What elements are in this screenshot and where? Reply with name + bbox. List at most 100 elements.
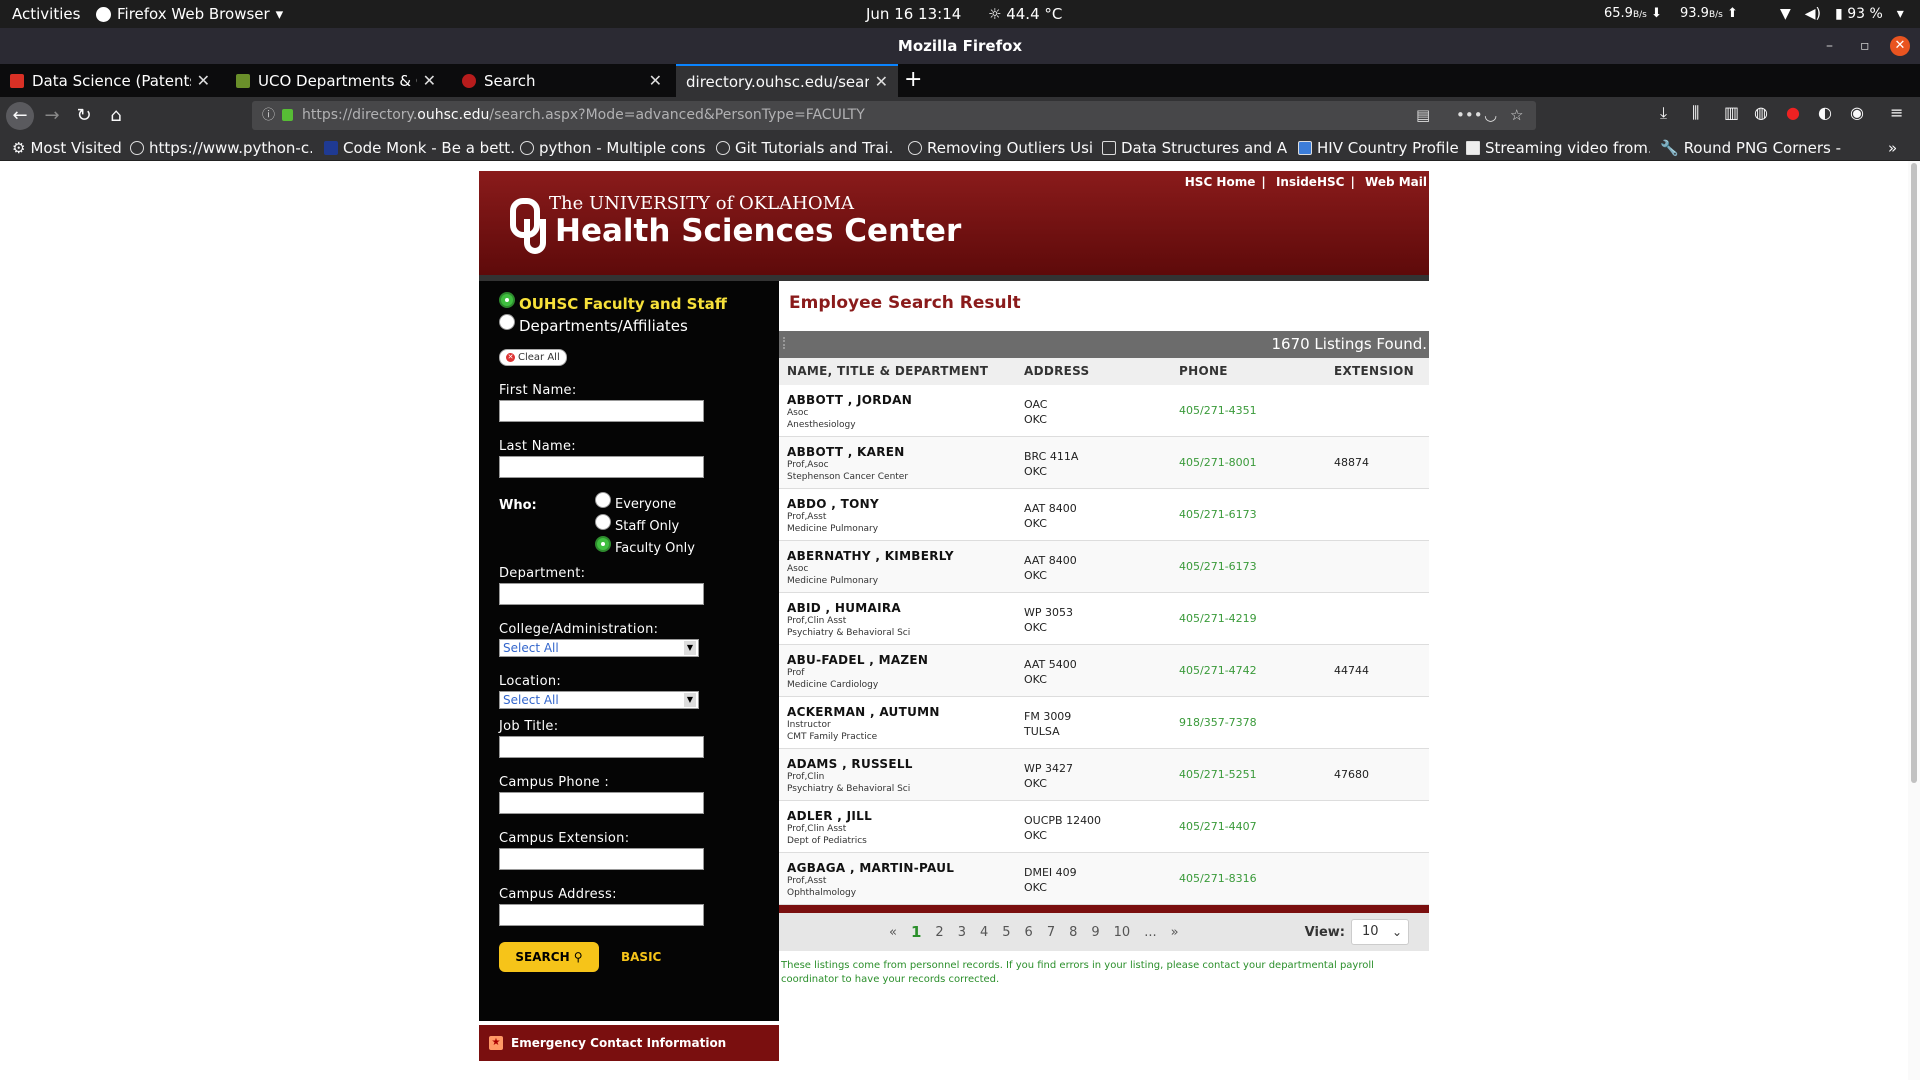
- reader-view-icon[interactable]: ▤: [1416, 101, 1430, 130]
- person-name[interactable]: ABERNATHY , KIMBERLY: [787, 549, 1024, 563]
- url-bar[interactable]: ⓘ https://directory.ouhsc.edu/search.asp…: [252, 101, 1536, 130]
- system-tray[interactable]: ▼ ◀) ▮ 93 % ▾: [1780, 0, 1904, 28]
- person-name[interactable]: ABID , HUMAIRA: [787, 601, 1024, 615]
- close-tab-icon[interactable]: ✕: [423, 71, 436, 90]
- close-tab-icon[interactable]: ✕: [197, 71, 210, 90]
- tab-data-science[interactable]: Data Science (Patents) I ✕: [0, 64, 220, 97]
- downloads-icon[interactable]: ⤓: [1660, 103, 1667, 123]
- hamburger-menu-icon[interactable]: ≡: [1890, 103, 1903, 122]
- close-window-button[interactable]: ✕: [1890, 36, 1910, 56]
- bookmarks-overflow-icon[interactable]: »: [1888, 135, 1897, 161]
- library-icon[interactable]: ⫼: [1692, 103, 1699, 123]
- ou-logo-icon[interactable]: [509, 197, 549, 255]
- first-page-button[interactable]: «: [889, 925, 897, 940]
- person-name[interactable]: ABDO , TONY: [787, 497, 1024, 511]
- phone-link[interactable]: 405/271-4742: [1179, 645, 1334, 696]
- bookmark-git-tutorials[interactable]: Git Tutorials and Trai...: [716, 135, 894, 161]
- phone-link[interactable]: 405/271-4219: [1179, 593, 1334, 644]
- last-name-input[interactable]: [499, 456, 704, 478]
- new-tab-button[interactable]: +: [904, 68, 922, 92]
- close-tab-icon[interactable]: ✕: [875, 72, 888, 91]
- person-name[interactable]: ACKERMAN , AUTUMN: [787, 705, 1024, 719]
- info-icon[interactable]: ⓘ: [262, 101, 275, 130]
- home-button[interactable]: ⌂: [102, 102, 130, 130]
- phone-link[interactable]: 405/271-8001: [1179, 437, 1334, 488]
- who-staff-only[interactable]: Staff Only: [595, 514, 695, 534]
- page-5[interactable]: 5: [1002, 925, 1010, 940]
- person-name[interactable]: ABU-FADEL , MAZEN: [787, 653, 1024, 667]
- first-name-input[interactable]: [499, 400, 704, 422]
- web-mail-link[interactable]: Web Mail: [1365, 175, 1427, 189]
- scrollbar-thumb[interactable]: [1911, 163, 1917, 783]
- search-button[interactable]: SEARCH ⚲: [499, 942, 599, 972]
- tab-directory[interactable]: directory.ouhsc.edu/search ✕: [676, 64, 898, 97]
- page-scrollbar[interactable]: [1908, 161, 1920, 1080]
- extension-red-icon[interactable]: ●: [1786, 103, 1800, 122]
- campus-extension-input[interactable]: [499, 848, 704, 870]
- hsc-home-link[interactable]: HSC Home: [1185, 175, 1256, 189]
- extension-dark-icon[interactable]: ◐: [1818, 103, 1832, 122]
- bookmark-data-structures[interactable]: Data Structures and A...: [1102, 135, 1288, 161]
- page-3[interactable]: 3: [958, 925, 966, 940]
- bookmark-hiv-profiles[interactable]: HIV Country Profiles: [1298, 135, 1458, 161]
- department-input[interactable]: [499, 583, 704, 605]
- person-name[interactable]: AGBAGA , MARTIN-PAUL: [787, 861, 1024, 875]
- tab-uco-departments[interactable]: UCO Departments & Off ✕: [226, 64, 446, 97]
- clear-all-button[interactable]: ✕ Clear All: [499, 349, 567, 366]
- radio-unchecked-icon[interactable]: [595, 514, 611, 530]
- page-ellipsis[interactable]: ...: [1144, 925, 1156, 940]
- account-icon[interactable]: ◉: [1850, 103, 1864, 122]
- who-faculty-only[interactable]: Faculty Only: [595, 536, 695, 556]
- radio-checked-icon[interactable]: [595, 536, 611, 552]
- person-name[interactable]: ADAMS , RUSSELL: [787, 757, 1024, 771]
- globe-extension-icon[interactable]: ◍: [1754, 103, 1768, 122]
- radio-unchecked-icon[interactable]: [499, 314, 515, 330]
- phone-link[interactable]: 405/271-6173: [1179, 541, 1334, 592]
- activities-button[interactable]: Activities: [12, 0, 80, 28]
- college-select[interactable]: Select All ▼: [499, 639, 699, 657]
- weather-indicator[interactable]: ☼ 44.4 °C: [988, 0, 1062, 28]
- who-everyone[interactable]: Everyone: [595, 492, 695, 512]
- close-tab-icon[interactable]: ✕: [649, 71, 662, 90]
- basic-search-link[interactable]: BASIC: [621, 950, 661, 964]
- page-1[interactable]: 1: [911, 923, 921, 941]
- pocket-icon[interactable]: ◡: [1484, 101, 1497, 130]
- phone-link[interactable]: 405/271-5251: [1179, 749, 1334, 800]
- job-title-input[interactable]: [499, 736, 704, 758]
- phone-link[interactable]: 918/357-7378: [1179, 697, 1334, 748]
- campus-address-input[interactable]: [499, 904, 704, 926]
- tab-search[interactable]: Search ✕: [452, 64, 672, 97]
- emergency-contact-link[interactable]: ★ Emergency Contact Information: [479, 1021, 779, 1061]
- back-button[interactable]: ←: [6, 102, 34, 130]
- bookmark-python-multiple[interactable]: python - Multiple cons...: [520, 135, 706, 161]
- phone-link[interactable]: 405/271-4407: [1179, 801, 1334, 852]
- mode-departments[interactable]: Departments/Affiliates: [499, 314, 759, 335]
- forward-button[interactable]: →: [38, 102, 66, 130]
- bookmark-round-png[interactable]: 🔧 Round PNG Corners - ...: [1660, 135, 1844, 161]
- view-select[interactable]: 10 ⌄: [1351, 919, 1409, 945]
- bookmark-removing-outliers[interactable]: Removing Outliers Usi...: [908, 135, 1094, 161]
- radio-unchecked-icon[interactable]: [595, 492, 611, 508]
- bookmark-most-visited[interactable]: ⚙ Most Visited: [12, 135, 122, 161]
- page-actions-icon[interactable]: •••: [1456, 101, 1483, 130]
- phone-link[interactable]: 405/271-8316: [1179, 853, 1334, 904]
- bookmark-python[interactable]: https://www.python-c...: [130, 135, 312, 161]
- person-name[interactable]: ABBOTT , KAREN: [787, 445, 1024, 459]
- app-menu[interactable]: Firefox Web Browser ▾: [96, 0, 283, 28]
- person-name[interactable]: ABBOTT , JORDAN: [787, 393, 1024, 407]
- bookmark-code-monk[interactable]: Code Monk - Be a bett...: [324, 135, 514, 161]
- reload-button[interactable]: ↻: [70, 102, 98, 130]
- location-select[interactable]: Select All ▼: [499, 691, 699, 709]
- campus-phone-input[interactable]: [499, 792, 704, 814]
- clock[interactable]: Jun 16 13:14: [866, 0, 961, 28]
- page-10[interactable]: 10: [1114, 925, 1131, 940]
- page-2[interactable]: 2: [935, 925, 943, 940]
- phone-link[interactable]: 405/271-4351: [1179, 385, 1334, 436]
- bookmark-star-icon[interactable]: ☆: [1510, 101, 1523, 130]
- phone-link[interactable]: 405/271-6173: [1179, 489, 1334, 540]
- lock-icon[interactable]: [282, 109, 293, 121]
- page-7[interactable]: 7: [1047, 925, 1055, 940]
- grip-handle-icon[interactable]: [783, 337, 789, 349]
- radio-checked-icon[interactable]: [499, 292, 515, 308]
- page-4[interactable]: 4: [980, 925, 988, 940]
